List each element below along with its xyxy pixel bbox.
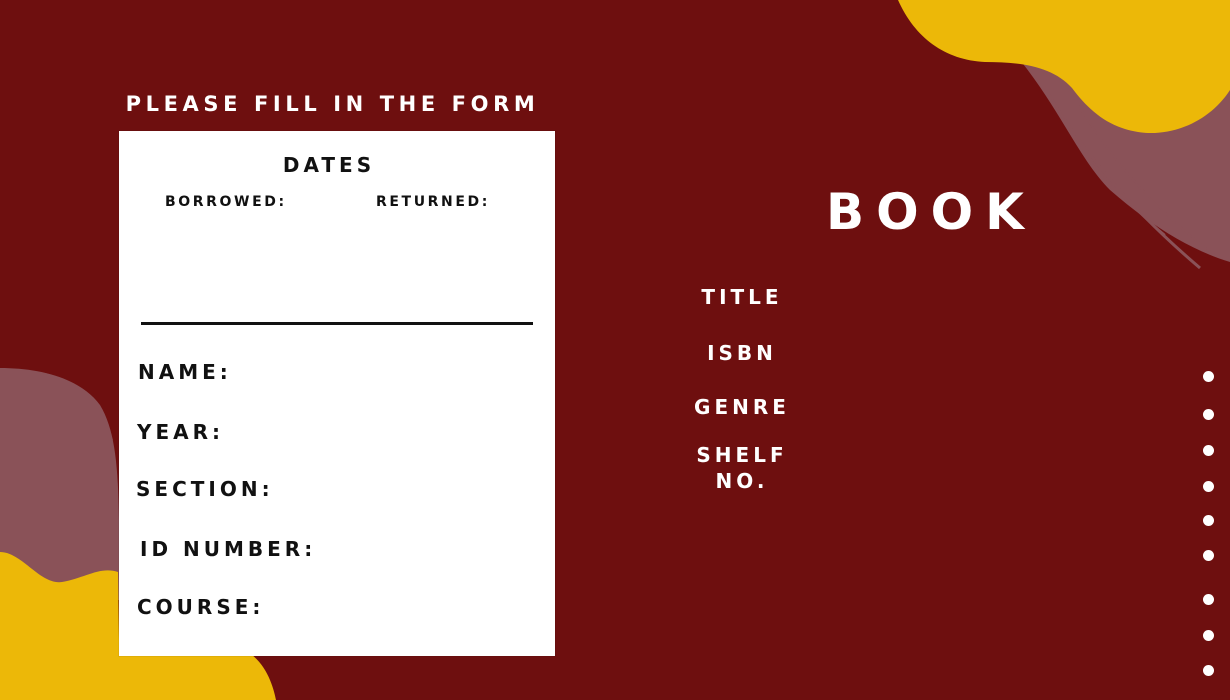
form-header: PLEASE FILL IN THE FORM (125, 92, 540, 116)
decor-dot (1203, 409, 1214, 420)
name-label: NAME: (138, 360, 232, 384)
decor-dot (1203, 630, 1214, 641)
section-label: SECTION: (136, 477, 274, 501)
decor-dot (1203, 445, 1214, 456)
decor-dot (1203, 481, 1214, 492)
decor-dot (1203, 665, 1214, 676)
dates-divider (141, 322, 533, 325)
decor-dot (1203, 371, 1214, 382)
book-title: BOOK (826, 183, 1036, 241)
year-label: YEAR: (137, 420, 225, 444)
genre-label: GENRE (694, 395, 790, 419)
decor-dot (1203, 515, 1214, 526)
library-card-canvas: PLEASE FILL IN THE FORM DATES BORROWED: … (0, 0, 1230, 700)
returned-label: RETURNED: (376, 194, 490, 210)
dates-title: DATES (282, 153, 376, 177)
shelf-no-label: SHELF NO. (696, 443, 788, 493)
id-number-label: ID NUMBER: (140, 537, 317, 561)
course-label: COURSE: (137, 595, 265, 619)
decorative-dot-column (1200, 368, 1218, 688)
borrowed-label: BORROWED: (165, 194, 287, 210)
book-title-label: TITLE (701, 285, 783, 309)
decor-dot (1203, 550, 1214, 561)
isbn-label: ISBN (707, 341, 777, 365)
borrower-form-card: DATES BORROWED: RETURNED: NAME: YEAR: SE… (119, 131, 555, 656)
decor-dot (1203, 594, 1214, 605)
